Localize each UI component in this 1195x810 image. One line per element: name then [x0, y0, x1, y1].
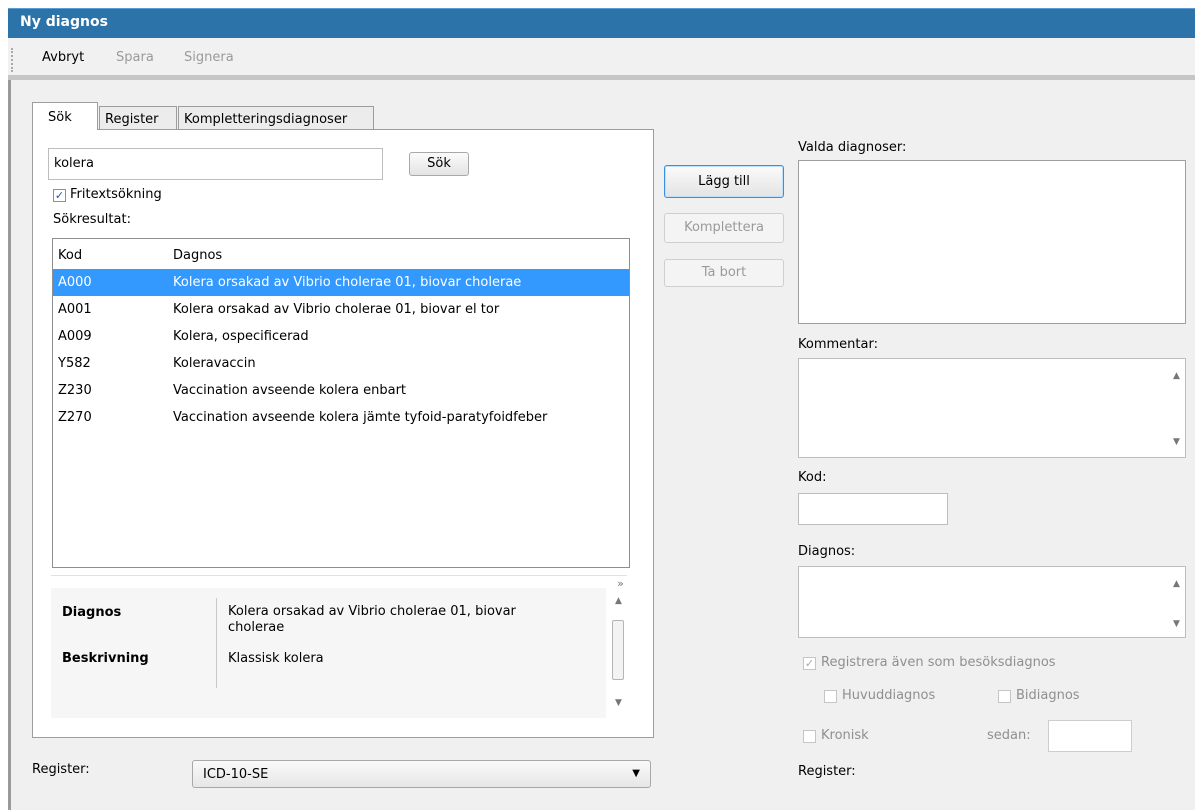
complete-button[interactable]: Komplettera: [664, 213, 784, 243]
search-button[interactable]: Sök: [409, 152, 469, 176]
table-header: Kod Dagnos: [53, 241, 629, 265]
code-input[interactable]: [798, 493, 948, 525]
chronic-label: Kronisk: [821, 728, 869, 743]
tab-register[interactable]: Register: [99, 106, 177, 130]
diagnosis-textarea[interactable]: ▲ ▼: [798, 566, 1186, 638]
visit-diagnosis-label: Registrera även som besöksdiagnos: [821, 655, 1056, 670]
chosen-diagnoses-label: Valda diagnoser:: [798, 140, 907, 155]
window-title: Ny diagnos: [20, 14, 108, 30]
main-diagnosis-checkbox[interactable]: [824, 690, 837, 703]
scroll-down-icon[interactable]: ▼: [610, 698, 627, 708]
freetext-checkbox[interactable]: ✓: [53, 189, 66, 202]
freetext-label: Fritextsökning: [70, 187, 162, 202]
chronic-checkbox[interactable]: [803, 730, 816, 743]
register-label-right: Register:: [798, 764, 856, 779]
row-diagnosis: Koleravaccin: [173, 356, 256, 371]
search-input[interactable]: kolera: [48, 148, 383, 180]
row-diagnosis: Kolera orsakad av Vibrio cholerae 01, bi…: [173, 302, 500, 317]
row-diagnosis: Vaccination avseende kolera enbart: [173, 383, 407, 398]
tab-kompletteringsdiagnoser[interactable]: Kompletteringsdiagnoser: [178, 106, 374, 130]
since-input[interactable]: [1048, 720, 1132, 752]
remove-button-label: Ta bort: [701, 265, 747, 280]
table-row[interactable]: A009 Kolera, ospecificerad: [53, 323, 629, 350]
since-label: sedan:: [987, 728, 1031, 743]
tab-sok[interactable]: Sök: [32, 102, 98, 130]
row-code: Z270: [58, 410, 92, 425]
search-button-label: Sök: [427, 156, 451, 171]
main-diagnosis-label: Huvuddiagnos: [842, 688, 936, 703]
scroll-up-icon[interactable]: ▲: [1168, 579, 1185, 589]
remove-button[interactable]: Ta bort: [664, 259, 784, 287]
results-label: Sökresultat:: [53, 212, 131, 227]
scroll-thumb[interactable]: [612, 620, 624, 680]
toolbar-grip[interactable]: [11, 48, 16, 72]
toolbar: Avbryt Spara Signera: [8, 38, 1195, 80]
table-row[interactable]: Z270 Vaccination avseende kolera jämte t…: [53, 404, 629, 431]
details-separator: [216, 598, 217, 688]
save-button[interactable]: Spara: [116, 50, 154, 65]
sign-button[interactable]: Signera: [184, 50, 234, 65]
chosen-diagnoses-list[interactable]: [798, 160, 1186, 324]
code-label: Kod:: [798, 470, 827, 485]
table-row[interactable]: Z230 Vaccination avseende kolera enbart: [53, 377, 629, 404]
tab-sok-label: Sök: [48, 110, 72, 125]
bi-diagnosis-checkbox[interactable]: [998, 690, 1011, 703]
window-titlebar: Ny diagnos: [8, 8, 1195, 38]
details-description-label: Beskrivning: [62, 651, 149, 666]
register-select[interactable]: ICD-10-SE ▼: [192, 760, 651, 788]
row-diagnosis: Kolera, ospecificerad: [173, 329, 309, 344]
table-row[interactable]: A001 Kolera orsakad av Vibrio cholerae 0…: [53, 296, 629, 323]
row-code: A000: [58, 275, 92, 290]
add-button[interactable]: Lägg till: [664, 165, 784, 198]
column-header-diagnosis[interactable]: Dagnos: [173, 248, 222, 263]
visit-diagnosis-checkbox[interactable]: ✓: [803, 657, 816, 670]
row-code: A009: [58, 329, 92, 344]
add-button-label: Lägg till: [698, 174, 750, 189]
bi-diagnosis-label: Bidiagnos: [1016, 688, 1080, 703]
complete-button-label: Komplettera: [684, 220, 764, 235]
scroll-down-icon[interactable]: ▼: [1168, 437, 1185, 447]
comment-label: Kommentar:: [798, 337, 878, 352]
details-diagnosis-label: Diagnos: [62, 605, 122, 620]
comment-textarea[interactable]: ▲ ▼: [798, 358, 1186, 458]
details-description-value: Klassisk kolera: [228, 651, 324, 666]
search-input-value: kolera: [54, 156, 94, 171]
scroll-down-icon[interactable]: ▼: [1168, 619, 1185, 629]
details-scrollbar[interactable]: ▲ ▼: [610, 592, 627, 718]
collapse-chevron-icon[interactable]: »: [612, 577, 629, 590]
row-diagnosis: Kolera orsakad av Vibrio cholerae 01, bi…: [173, 275, 522, 290]
dropdown-arrow-icon: ▼: [632, 768, 640, 779]
tab-kompletteringsdiagnoser-label: Kompletteringsdiagnoser: [184, 112, 348, 127]
table-row[interactable]: Y582 Koleravaccin: [53, 350, 629, 377]
register-label-left: Register:: [32, 762, 90, 777]
scroll-up-icon[interactable]: ▲: [1168, 371, 1185, 381]
row-code: A001: [58, 302, 92, 317]
details-divider: [51, 575, 627, 576]
details-diagnosis-value-1: Kolera orsakad av Vibrio cholerae 01, bi…: [228, 604, 516, 619]
scroll-up-icon[interactable]: ▲: [610, 596, 627, 606]
table-row[interactable]: A000 Kolera orsakad av Vibrio cholerae 0…: [53, 269, 629, 296]
tab-register-label: Register: [105, 112, 159, 127]
row-code: Y582: [58, 356, 91, 371]
column-header-code[interactable]: Kod: [58, 248, 82, 263]
row-diagnosis: Vaccination avseende kolera jämte tyfoid…: [173, 410, 548, 425]
row-code: Z230: [58, 383, 92, 398]
results-table: Kod Dagnos A000 Kolera orsakad av Vibrio…: [52, 238, 630, 568]
diagnosis-label: Diagnos:: [798, 544, 856, 559]
register-select-value: ICD-10-SE: [203, 767, 269, 782]
cancel-button[interactable]: Avbryt: [42, 50, 84, 65]
details-diagnosis-value-2: cholerae: [228, 620, 285, 635]
